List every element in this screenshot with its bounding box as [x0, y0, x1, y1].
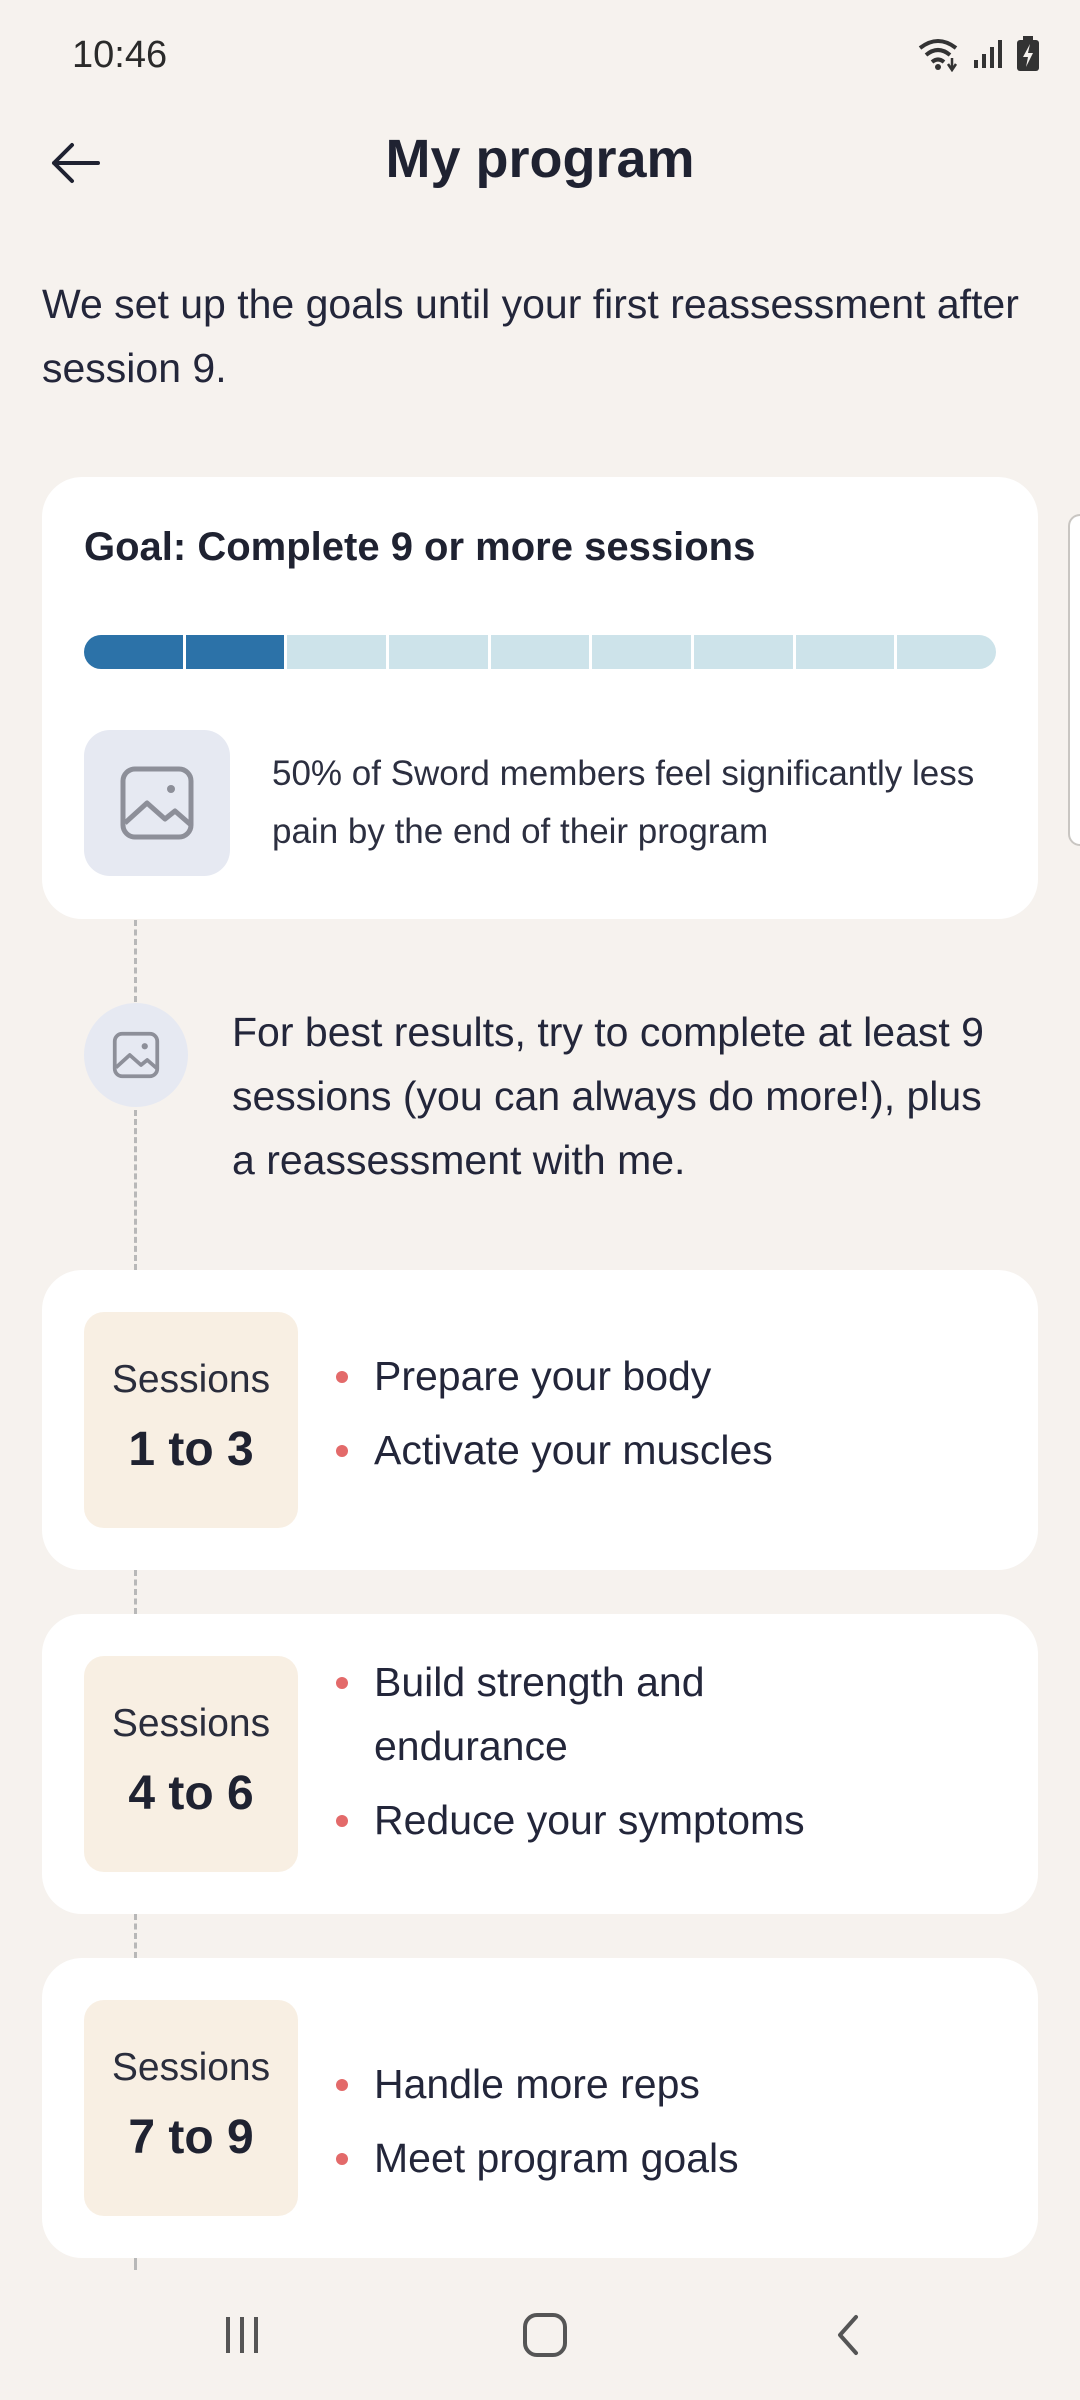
session-badge: Sessions 4 to 6 [84, 1656, 298, 1872]
timeline-connector [134, 1914, 137, 1958]
battery-charging-icon [1016, 36, 1040, 77]
list-item: Build strength and endurance [332, 1650, 852, 1778]
coach-avatar [84, 1003, 188, 1107]
session-card: Sessions 1 to 3 Prepare your body Activa… [42, 1270, 1038, 1570]
session-progress-bar [84, 635, 996, 669]
recent-apps-button[interactable] [202, 2300, 282, 2370]
progress-segment-completed [84, 635, 186, 669]
session-card: Sessions 4 to 6 Build strength and endur… [42, 1614, 1038, 1914]
home-button[interactable] [505, 2300, 585, 2370]
status-bar: 10:46 [0, 0, 1080, 120]
system-nav-bar [0, 2270, 1080, 2400]
progress-segment-remaining [592, 635, 695, 669]
list-item: Activate your muscles [332, 1418, 982, 1482]
status-time: 10:46 [72, 34, 168, 76]
status-icons [916, 36, 1040, 77]
session-goals-list: Prepare your body Activate your muscles [332, 1344, 982, 1492]
side-panel-handle[interactable] [1068, 514, 1080, 846]
image-placeholder-icon [112, 1031, 160, 1079]
progress-segment-remaining [694, 635, 796, 669]
progress-segment-remaining [490, 635, 593, 669]
list-item: Handle more reps [332, 2052, 982, 2116]
session-badge-label: Sessions [111, 1702, 271, 1745]
session-badge: Sessions 1 to 3 [84, 1312, 298, 1528]
timeline-connector [134, 1570, 137, 1614]
session-goals-list: Handle more reps Meet program goals [332, 2052, 982, 2200]
session-range: 1 to 3 [128, 1423, 254, 1476]
home-icon [523, 2313, 567, 2357]
page-title: My program [385, 129, 695, 189]
session-goals-list: Build strength and endurance Reduce your… [332, 1650, 852, 1862]
progress-segment-remaining [795, 635, 898, 669]
wifi-icon [916, 36, 960, 77]
progress-segment-remaining [389, 635, 491, 669]
list-item: Meet program goals [332, 2126, 982, 2190]
list-item: Reduce your symptoms [332, 1788, 852, 1852]
progress-segment-remaining [287, 635, 390, 669]
goal-tip: 50% of Sword members feel significantly … [84, 730, 1004, 876]
goal-tip-text: 50% of Sword members feel significantly … [272, 754, 975, 851]
coach-message: For best results, try to complete at lea… [232, 1009, 984, 1183]
recent-apps-icon [226, 2317, 258, 2353]
signal-icon [972, 38, 1004, 75]
progress-segment-completed [185, 635, 288, 669]
timeline-connector [134, 1110, 137, 1270]
timeline-connector [134, 920, 137, 1002]
session-range: 4 to 6 [128, 1767, 254, 1820]
goal-title: Goal: Complete 9 or more sessions [84, 525, 756, 569]
list-item: Prepare your body [332, 1344, 982, 1408]
session-badge-label: Sessions [111, 2046, 271, 2089]
session-card: Sessions 7 to 9 Handle more reps Meet pr… [42, 1958, 1038, 2258]
nav-back-button[interactable] [808, 2300, 888, 2370]
session-badge-label: Sessions [111, 1358, 271, 1401]
intro-text: We set up the goals until your first rea… [42, 281, 1019, 391]
back-icon [838, 2315, 858, 2355]
timeline-connector [134, 2258, 137, 2270]
session-badge: Sessions 7 to 9 [84, 2000, 298, 2216]
image-placeholder-icon [84, 730, 230, 876]
goal-card: Goal: Complete 9 or more sessions 50% of… [42, 477, 1038, 919]
session-range: 7 to 9 [128, 2111, 254, 2164]
progress-segment-remaining [897, 635, 996, 669]
